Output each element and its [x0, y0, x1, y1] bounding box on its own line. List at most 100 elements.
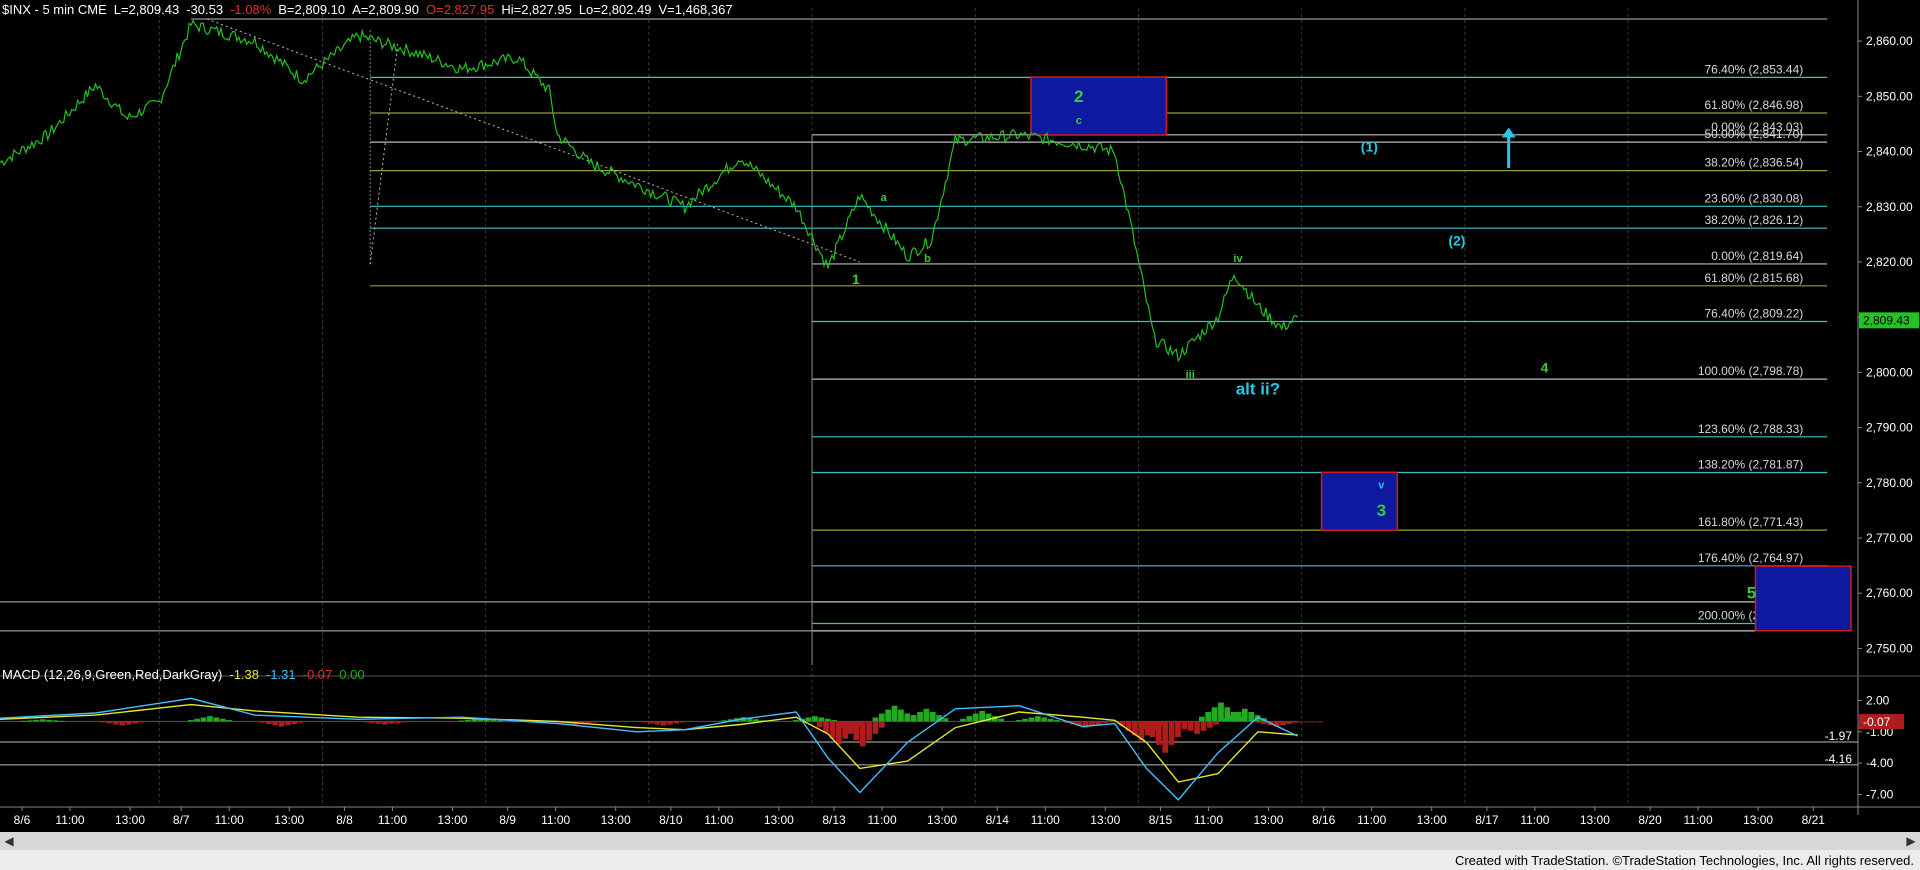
macd-ref-label: -1.97	[1825, 729, 1853, 743]
macd-histogram-bar	[272, 721, 279, 726]
fib-level-label: 100.00% (2,798.78)	[1698, 364, 1803, 378]
macd-histogram-bar	[496, 720, 503, 722]
x-tick-label: 11:00	[867, 813, 896, 827]
bid-value: B=2,809.10	[278, 2, 346, 17]
copyright-footer: Created with TradeStation. ©TradeStation…	[1454, 853, 1914, 868]
wave-label: 5	[1747, 584, 1756, 603]
x-tick-label: 13:00	[437, 813, 467, 827]
x-tick-label: 13:00	[764, 813, 794, 827]
macd-value-4: 0.00	[339, 667, 365, 682]
macd-histogram-bar	[660, 721, 667, 726]
macd-y-tick-label: -4.00	[1866, 756, 1894, 770]
macd-histogram-bar	[226, 720, 232, 722]
macd-histogram-bar	[1304, 721, 1310, 723]
y-tick-label: 2,850.00	[1866, 89, 1913, 103]
x-tick-label: 13:00	[601, 813, 631, 827]
macd-histogram-bar	[654, 721, 661, 725]
macd-histogram-bar	[667, 721, 673, 725]
fib-level-label: 61.80% (2,846.98)	[1705, 98, 1804, 112]
x-tick-label: 13:00	[1580, 813, 1610, 827]
macd-histogram-bar	[297, 721, 304, 723]
macd-histogram-bar	[1041, 717, 1048, 722]
macd-y-tick-label: -7.00	[1866, 788, 1894, 802]
y-tick-label: 2,780.00	[1866, 476, 1913, 490]
macd-histogram-bar	[138, 721, 145, 723]
change-pct: -1.08%	[230, 2, 272, 17]
open-value: O=2,827.95	[426, 2, 495, 17]
fib-level-label: 76.40% (2,853.44)	[1705, 62, 1804, 76]
x-tick-label: 8/16	[1312, 813, 1336, 827]
chart-header: $INX - 5 min CME L=2,809.43 -30.53 -1.08% B=…	[2, 2, 740, 17]
x-tick-label: 11:00	[1357, 813, 1386, 827]
macd-histogram-bar	[259, 721, 266, 723]
macd-histogram-bar	[1149, 721, 1156, 738]
symbol-label: $INX - 5 min CME	[2, 2, 107, 17]
macd-histogram-bar	[1211, 707, 1218, 722]
macd-histogram-bar	[1022, 718, 1028, 722]
macd-histogram-bar	[872, 721, 879, 734]
macd-histogram-bar	[46, 719, 52, 722]
macd-histogram-bar	[1205, 711, 1212, 722]
macd-histogram-bar	[805, 717, 812, 722]
macd-value-2: -1.31	[266, 667, 296, 682]
macd-histogram-bar	[1101, 721, 1108, 723]
x-tick-label: 8/13	[822, 813, 846, 827]
macd-histogram-bar	[818, 717, 825, 722]
macd-histogram-bar	[960, 718, 966, 722]
fib-level-label: 176.40% (2,764.97)	[1698, 551, 1803, 565]
macd-histogram-bar	[1235, 711, 1242, 722]
macd-histogram-bar	[972, 713, 979, 722]
wave-label: iii	[1186, 369, 1195, 381]
x-tick-label: 8/17	[1475, 813, 1499, 827]
macd-histogram-bar	[458, 720, 465, 722]
fib-level-label: 38.20% (2,836.54)	[1705, 156, 1804, 170]
horizontal-scrollbar[interactable]: ◀ ▶	[0, 832, 1920, 850]
macd-histogram-bar	[1143, 721, 1149, 730]
macd-histogram-bar	[33, 719, 40, 722]
x-tick-label: 11:00	[541, 813, 570, 827]
macd-histogram-bar	[721, 720, 728, 722]
macd-histogram-bar	[39, 719, 46, 722]
macd-histogram-bar	[816, 721, 823, 728]
macd-histogram-bar	[648, 721, 654, 724]
macd-y-tick-label: 2.00	[1866, 693, 1890, 707]
macd-histogram-bar	[1198, 716, 1205, 722]
macd-histogram-bar	[966, 716, 973, 722]
scroll-right-icon[interactable]: ▶	[1902, 832, 1920, 850]
macd-histogram-bar	[917, 711, 923, 722]
macd-histogram-bar	[679, 721, 686, 723]
high-value: Hi=2,827.95	[501, 2, 572, 17]
x-tick-label: 8/21	[1802, 813, 1826, 827]
macd-histogram-bar	[1213, 721, 1220, 725]
wave-label: iv	[1233, 253, 1243, 265]
macd-histogram-bar	[1162, 721, 1169, 753]
macd-header: MACD (12,26,9,Green,Red,DarkGray) -1.38 -1…	[2, 667, 372, 682]
macd-histogram-bar	[1168, 721, 1175, 745]
macd-histogram-bar	[923, 708, 930, 722]
macd-histogram-bar	[641, 721, 648, 723]
fib-level-label: 0.00% (2,819.64)	[1711, 249, 1803, 263]
macd-histogram-bar	[585, 721, 592, 723]
macd-histogram-bar	[942, 718, 949, 722]
macd-histogram-bar	[1028, 717, 1035, 722]
macd-histogram-bar	[847, 721, 853, 734]
wave-label: 1	[852, 271, 860, 287]
x-tick-label: 8/10	[659, 813, 683, 827]
macd-histogram-bar	[1254, 721, 1261, 723]
macd-ref-label: -4.16	[1825, 752, 1853, 766]
x-tick-label: 8/7	[173, 813, 190, 827]
macd-histogram-bar	[125, 721, 132, 725]
x-tick-label: 8/8	[336, 813, 353, 827]
y-tick-label: 2,840.00	[1866, 145, 1913, 159]
x-tick-label: 11:00	[378, 813, 407, 827]
ask-value: A=2,809.90	[352, 2, 420, 17]
macd-histogram-bar	[206, 716, 213, 722]
macd-histogram-bar	[285, 721, 291, 726]
scroll-left-icon[interactable]: ◀	[0, 832, 18, 850]
macd-histogram-bar	[998, 718, 1005, 722]
target-box	[1754, 565, 1852, 632]
macd-histogram-bar	[866, 721, 872, 741]
change-value: -30.53	[186, 2, 224, 17]
macd-histogram-bar	[859, 721, 866, 747]
plot-background	[0, 0, 1920, 832]
